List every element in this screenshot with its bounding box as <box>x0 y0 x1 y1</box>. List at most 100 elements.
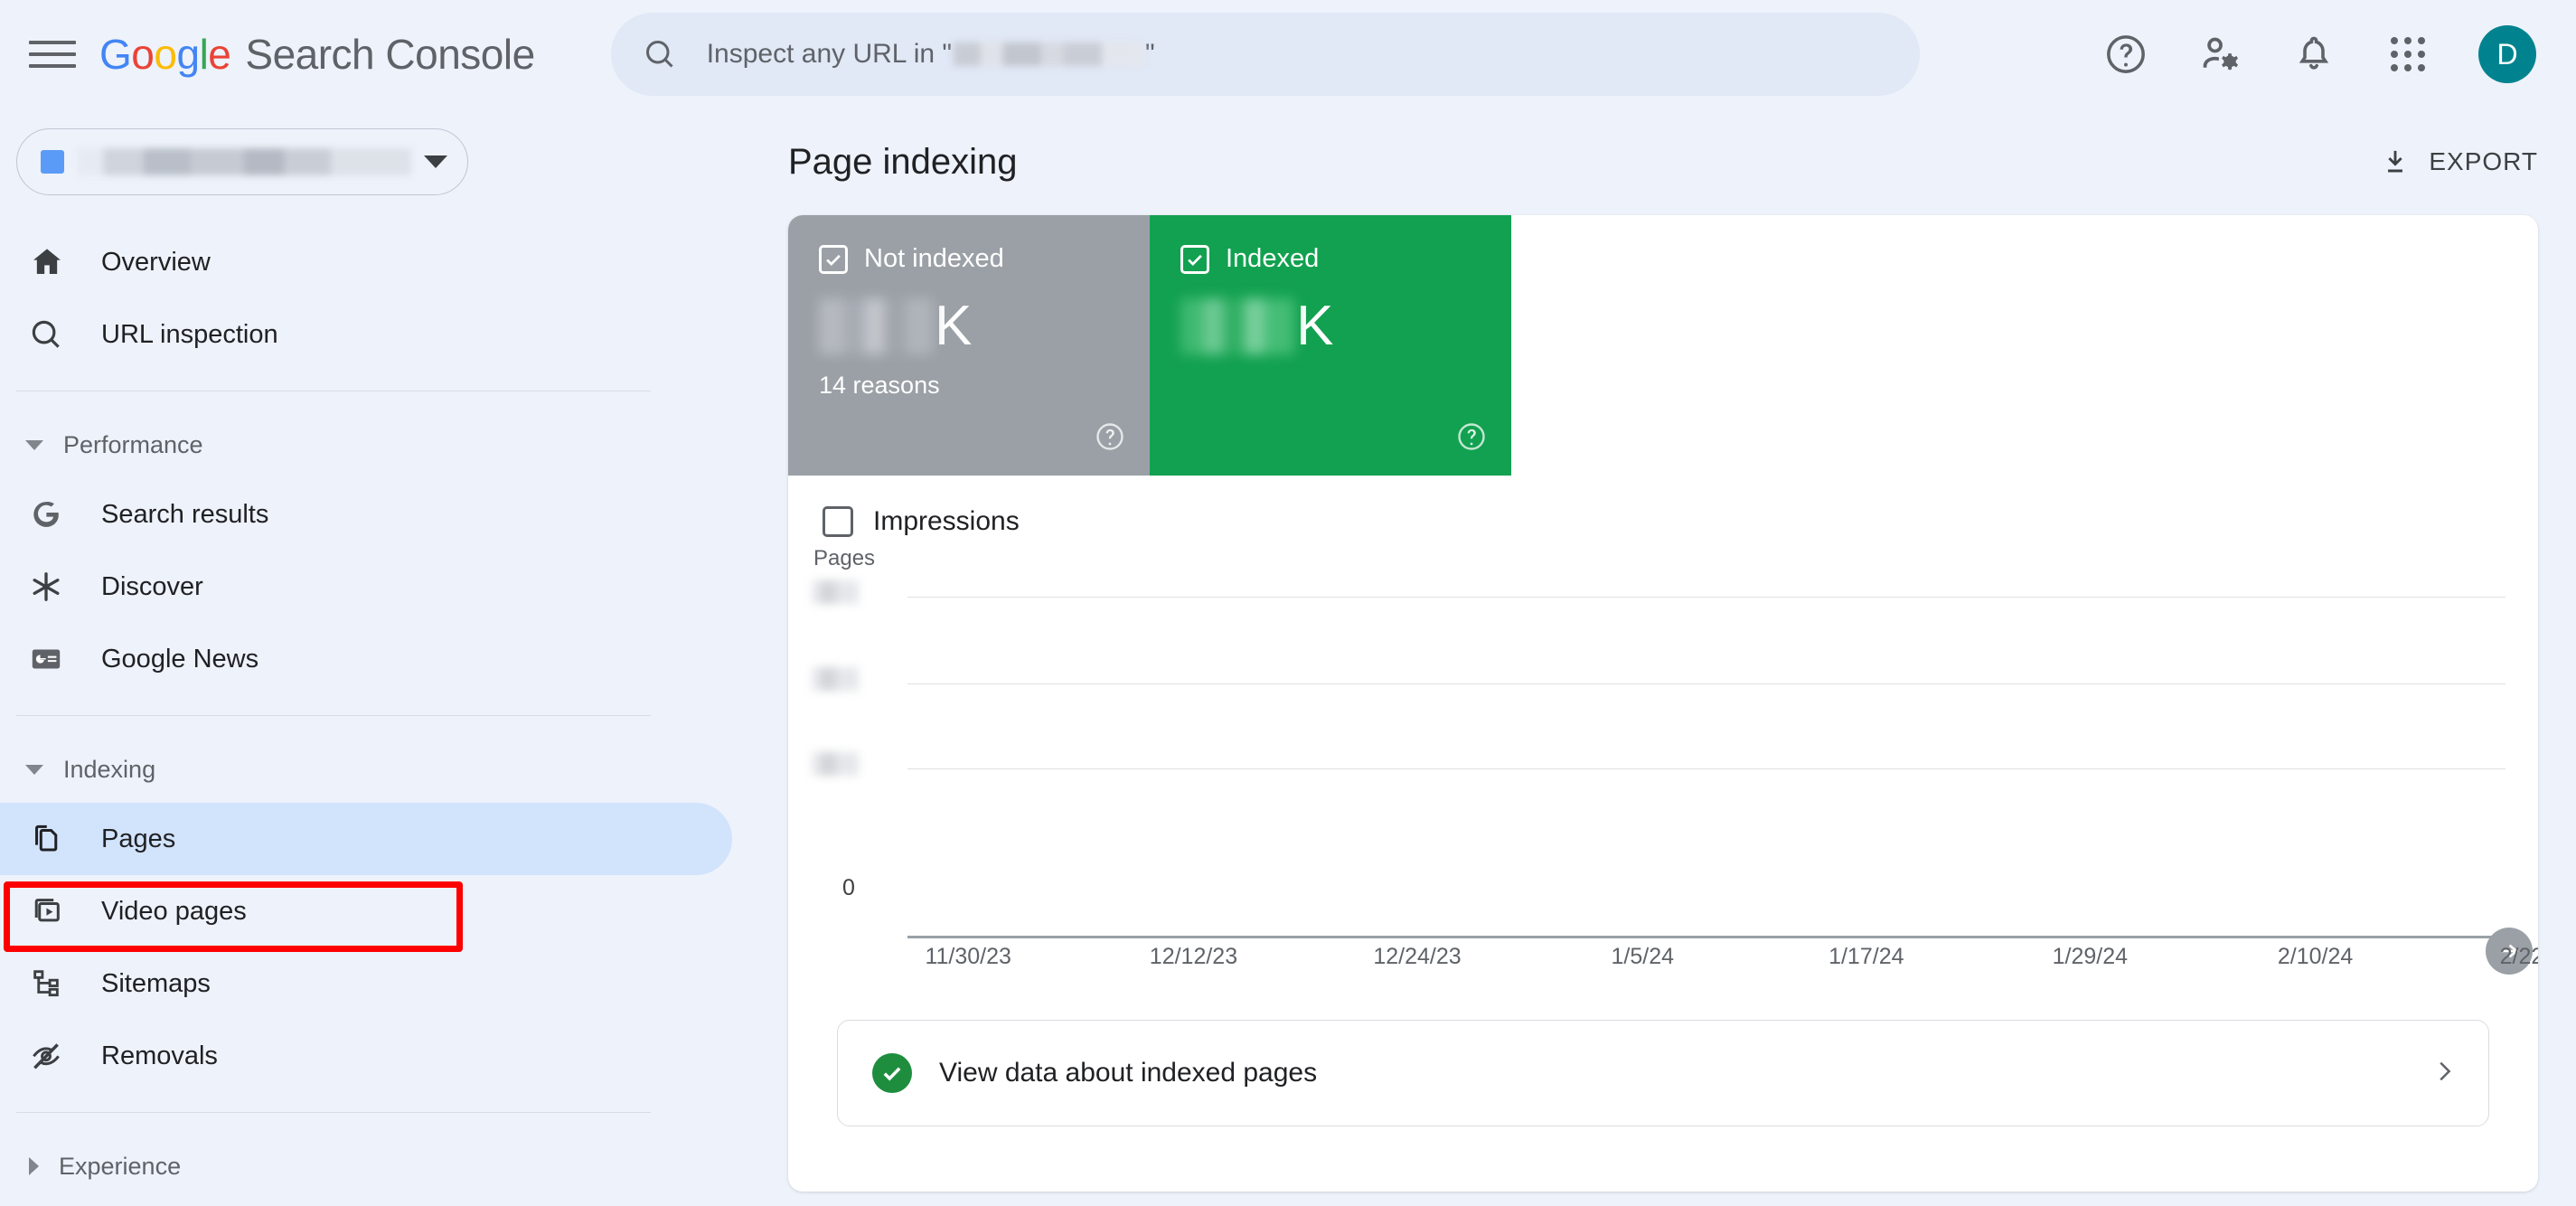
property-selector[interactable] <box>16 128 468 195</box>
chevron-right-icon <box>29 1157 39 1175</box>
logo-letter-g2: g <box>176 31 200 78</box>
home-icon <box>29 244 80 280</box>
page-title: Page indexing <box>788 141 1018 182</box>
sidebar: Overview URL inspection Performance Sear… <box>0 108 741 1206</box>
checkbox-checked-icon <box>1180 244 1209 274</box>
view-indexed-pages-card[interactable]: View data about indexed pages <box>837 1020 2489 1126</box>
sidebar-item-sitemaps[interactable]: Sitemaps <box>0 947 732 1020</box>
indexed-toggle[interactable]: Indexed <box>1180 244 1484 274</box>
logo-letter-g: G <box>99 31 132 78</box>
metric-card-value: K <box>1180 294 1484 359</box>
page-header: Page indexing EXPORT <box>788 108 2576 215</box>
redacted-value <box>819 298 933 354</box>
sidebar-section-label: Experience <box>59 1152 182 1180</box>
export-button[interactable]: EXPORT <box>2380 146 2538 177</box>
chevron-down-icon <box>25 439 43 450</box>
logo-letter-l: l <box>199 31 209 78</box>
discover-asterisk-icon <box>29 570 80 604</box>
sidebar-section-label: Indexing <box>63 755 156 783</box>
impressions-toggle[interactable]: Impressions <box>788 476 2538 537</box>
metric-cards: Not indexed K 14 reasons Indexed K <box>788 215 2538 476</box>
x-axis-tick-label: 1/5/24 <box>1611 944 1675 969</box>
avatar[interactable]: D <box>2478 25 2536 83</box>
menu-icon[interactable] <box>29 36 76 72</box>
sidebar-section-performance[interactable]: Performance <box>0 411 741 478</box>
sidebar-item-google-news[interactable]: Google News <box>0 623 732 695</box>
google-g-icon <box>29 497 80 532</box>
sidebar-item-overview[interactable]: Overview <box>0 226 732 298</box>
logo-letter-o1: o <box>131 31 155 78</box>
sidebar-item-removals[interactable]: Removals <box>0 1020 732 1092</box>
sidebar-item-label: Google News <box>101 644 259 674</box>
metric-card-value: K <box>819 294 1123 359</box>
search-placeholder-prefix: Inspect any URL in " <box>706 39 953 69</box>
x-axis-tick-label: 2/22/24 <box>2499 944 2538 969</box>
sidebar-nav: Overview URL inspection Performance Sear… <box>0 226 741 1200</box>
sidebar-section-experience[interactable]: Experience <box>0 1133 741 1200</box>
impressions-label: Impressions <box>873 506 1020 536</box>
sidebar-item-label: Video pages <box>101 896 247 926</box>
product-name: Search Console <box>245 31 535 78</box>
redacted-domain <box>954 42 1144 66</box>
sidebar-item-label: Removals <box>101 1041 218 1070</box>
success-check-icon <box>872 1053 912 1093</box>
sidebar-item-label: Overview <box>101 247 211 277</box>
user-settings-icon[interactable] <box>2196 31 2243 78</box>
value-unit: K <box>1296 295 1334 357</box>
main-content: Page indexing EXPORT Not indexed K 14 re… <box>741 108 2576 1206</box>
checkbox-unchecked-icon <box>823 506 853 537</box>
sidebar-item-label: Pages <box>101 824 176 853</box>
video-pages-icon <box>29 894 80 928</box>
sidebar-section-label: Performance <box>63 430 203 458</box>
metric-card-not-indexed[interactable]: Not indexed K 14 reasons <box>788 215 1150 476</box>
page-indexing-chart: Pages 0 11/30/23 12/12/23 12/24/23 1/5/24 1/… <box>788 546 2538 982</box>
chart-bars <box>907 573 2505 936</box>
help-icon[interactable] <box>1455 420 1488 457</box>
chevron-down-icon <box>424 155 447 168</box>
x-axis: 11/30/23 12/12/23 12/24/23 1/5/24 1/17/24 1/2… <box>907 944 2538 982</box>
chevron-right-icon <box>2430 1058 2458 1089</box>
metric-card-label: Indexed <box>1226 244 1320 273</box>
sidebar-item-label: Search results <box>101 499 269 529</box>
logo-letter-e: e <box>208 31 231 78</box>
sidebar-item-url-inspection[interactable]: URL inspection <box>0 298 732 371</box>
metric-card-label: Not indexed <box>864 244 1004 273</box>
x-axis-tick-label: 2/10/24 <box>2277 944 2354 969</box>
logo-letter-o2: o <box>154 31 177 78</box>
sitemaps-icon <box>29 966 80 1001</box>
checkbox-checked-icon <box>819 244 848 274</box>
chevron-down-icon <box>25 764 43 775</box>
sidebar-item-search-results[interactable]: Search results <box>0 478 732 551</box>
redacted-value <box>1180 298 1294 354</box>
apps-grid-icon[interactable] <box>2384 31 2431 78</box>
x-axis-tick-label: 12/12/23 <box>1149 944 1238 969</box>
top-bar-actions: D <box>2102 25 2536 83</box>
top-bar: G o o g l e Search Console Inspect any U… <box>0 0 2576 108</box>
view-indexed-pages-label: View data about indexed pages <box>939 1058 1318 1088</box>
app-brand: G o o g l e Search Console <box>99 30 535 79</box>
metric-card-indexed[interactable]: Indexed K <box>1150 215 1511 476</box>
search-placeholder-suffix: " <box>1145 39 1155 69</box>
y-axis-tick-redacted <box>812 752 859 776</box>
sidebar-section-indexing[interactable]: Indexing <box>0 736 741 803</box>
x-axis-tick-label: 12/24/23 <box>1373 944 1462 969</box>
url-inspection-search-input[interactable]: Inspect any URL in " " <box>610 13 1920 96</box>
value-unit: K <box>935 295 973 357</box>
sidebar-item-pages[interactable]: Pages <box>0 803 732 875</box>
sidebar-item-video-pages[interactable]: Video pages <box>0 875 732 947</box>
removals-eye-off-icon <box>29 1039 80 1073</box>
help-icon[interactable] <box>2102 31 2149 78</box>
y-axis-zero-label: 0 <box>842 875 855 900</box>
not-indexed-toggle[interactable]: Not indexed <box>819 244 1123 274</box>
y-axis-tick-redacted <box>812 580 859 604</box>
page-indexing-panel: Not indexed K 14 reasons Indexed K Impre… <box>788 215 2538 1192</box>
sidebar-divider <box>16 1112 651 1113</box>
search-icon <box>645 40 673 68</box>
export-label: EXPORT <box>2429 147 2538 175</box>
help-icon[interactable] <box>1094 420 1126 457</box>
sidebar-item-discover[interactable]: Discover <box>0 551 732 623</box>
search-placeholder: Inspect any URL in " " <box>707 39 1155 70</box>
notifications-icon[interactable] <box>2290 31 2337 78</box>
sidebar-item-label: Sitemaps <box>101 968 211 998</box>
google-news-icon <box>29 642 80 676</box>
